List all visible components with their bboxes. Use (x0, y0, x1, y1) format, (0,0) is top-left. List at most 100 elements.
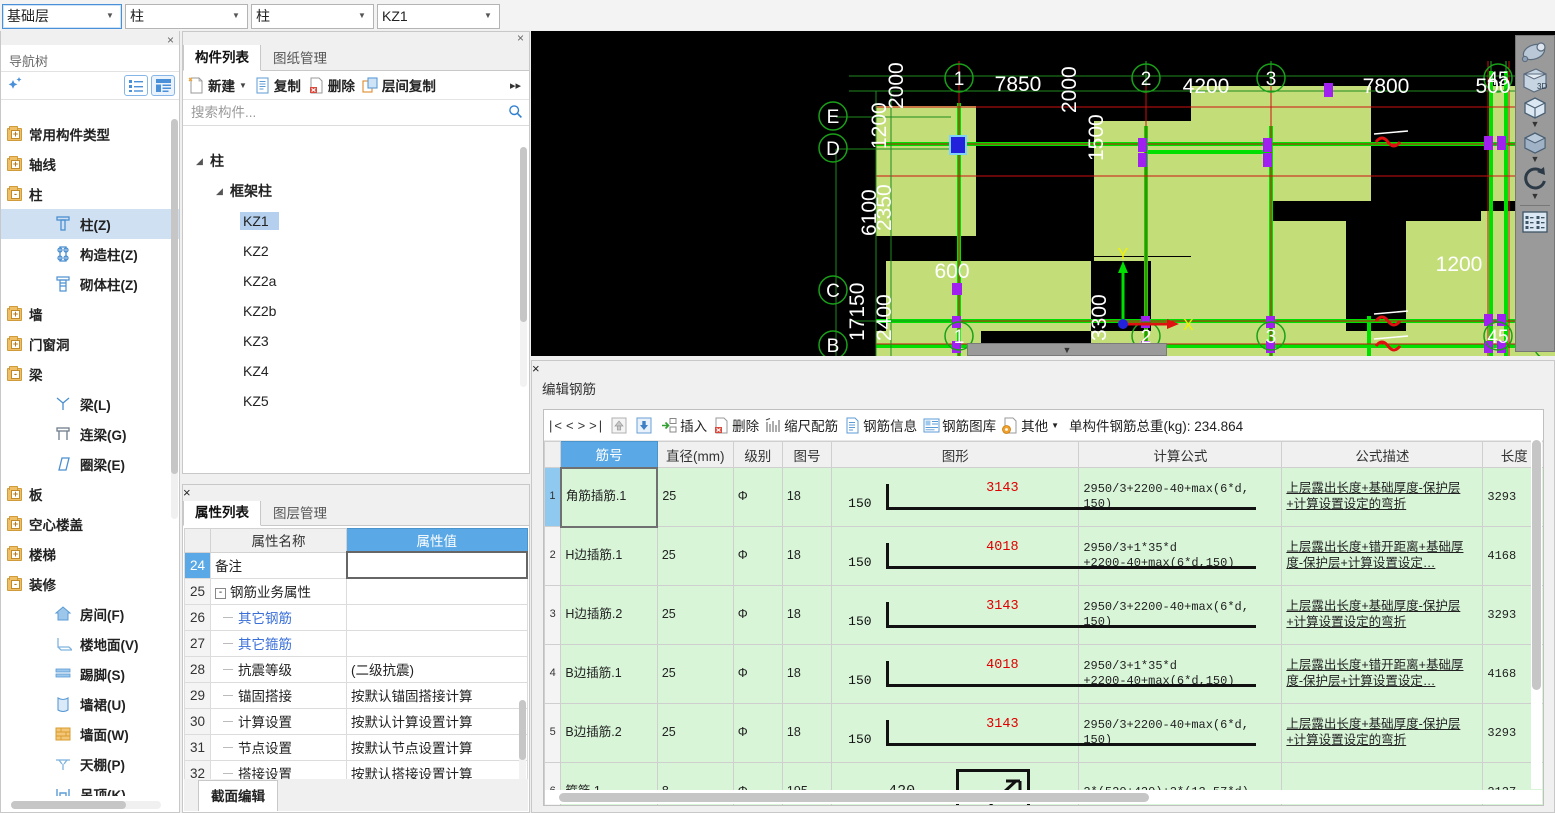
cad-horizontal-scrollbar[interactable]: ▼ (967, 343, 1167, 356)
rebar-grade-cell[interactable]: Φ (732, 703, 783, 763)
rebar-shapecode-cell[interactable]: 18 (781, 467, 833, 527)
rebar-diameter-cell[interactable]: 25 (656, 644, 734, 704)
nav-item-15[interactable]: - 装修 (1, 569, 179, 599)
component-item-KZ2[interactable]: KZ2 (184, 236, 528, 266)
chevron-down-icon[interactable]: ▼ (1531, 155, 1540, 164)
property-row-name[interactable]: 节点设置 (210, 733, 347, 761)
folder-icon[interactable]: + (7, 485, 22, 501)
rebar-col-name[interactable]: 筋号 (560, 441, 658, 468)
rebar-diameter-cell[interactable]: 25 (656, 703, 734, 763)
rebar-name-cell[interactable]: 角筋插筋.1 (559, 466, 659, 528)
layers-list-icon[interactable] (1519, 210, 1551, 234)
property-row-value[interactable]: 按默认锚固搭接计算 (346, 681, 528, 709)
property-row[interactable]: 24 备注 (184, 551, 528, 579)
folder-icon[interactable]: + (7, 305, 22, 321)
rebar-shapecode-cell[interactable]: 18 (781, 526, 833, 586)
new-component-button[interactable]: 新建 ▼ (188, 75, 247, 95)
rebar-name-cell[interactable]: H边插筋.2 (560, 585, 658, 645)
folder-icon[interactable]: - (7, 185, 22, 201)
rebar-shapecode-cell[interactable]: 18 (781, 703, 833, 763)
rebar-diameter-cell[interactable]: 25 (656, 467, 734, 527)
chevron-down-icon[interactable]: ▼ (229, 12, 243, 20)
component-item-KZ3[interactable]: KZ3 (184, 326, 528, 356)
nav-item-5[interactable]: 砌体柱(Z) (1, 269, 179, 299)
rotate-icon[interactable] (1519, 165, 1551, 191)
rebar-row[interactable]: 5 B边插筋.2 25 Φ 18 150 3143 2950/3+2200-40+max(6*… (544, 703, 1543, 763)
nav-item-8[interactable]: -梁 (1, 359, 179, 389)
rebar-row[interactable]: 3 H边插筋.2 25 Φ 18 150 3143 2950/3+2200-40+max(6*… (544, 585, 1543, 645)
component-tree[interactable]: ◢ 柱 ◢ 框架柱 KZ1 KZ2 KZ2a KZ2b KZ3 KZ4 KZ5 (184, 145, 528, 472)
layer-copy-button[interactable]: 层间复制 (362, 75, 436, 95)
component-item-KZ1[interactable]: KZ1 (184, 206, 528, 236)
component-item-柱[interactable]: ◢ 柱 (184, 146, 528, 176)
rebar-col-grade[interactable]: 级别 (732, 441, 783, 468)
delete-row-button[interactable]: 删除 (713, 415, 759, 435)
rebar-col-diameter[interactable]: 直径(mm) (656, 441, 734, 468)
close-icon[interactable]: × (183, 485, 191, 500)
rebar-grade-cell[interactable]: Φ (732, 467, 783, 527)
rebar-shapecode-cell[interactable]: 18 (781, 585, 833, 645)
rebar-shape-cell[interactable]: 150 4018 (831, 644, 1257, 704)
property-row-value[interactable] (346, 629, 528, 657)
nav-item-7[interactable]: + 门窗洞 (1, 329, 179, 359)
property-row-value[interactable] (346, 603, 528, 631)
member-selector[interactable]: KZ1 ▼ (377, 3, 500, 29)
chevron-down-icon[interactable]: ▼ (481, 12, 495, 20)
toolbar-more-button[interactable]: ▸▸ (510, 79, 529, 92)
tab-component-list[interactable]: 构件列表 (183, 42, 261, 71)
property-row-name[interactable]: 锚固搭接 (210, 681, 347, 709)
rebar-grade-cell[interactable]: Φ (732, 526, 783, 586)
nav-item-22[interactable]: 吊顶(K) (1, 779, 179, 796)
insert-row-button[interactable]: 插入 (661, 415, 707, 435)
property-row[interactable]: 31 节点设置 按默认节点设置计算 (184, 733, 528, 761)
property-row-name[interactable]: 计算设置 (210, 707, 347, 735)
rebar-grade-cell[interactable]: Φ (732, 585, 783, 645)
nav-vertical-scrollbar[interactable] (171, 119, 178, 519)
nav-item-13[interactable]: + 空心楼盖 (1, 509, 179, 539)
rebar-description-cell[interactable]: 上层露出长度+错开距离+基础厚度-保护层+计算设置设定… (1281, 644, 1484, 704)
rebar-col-shape[interactable]: 图形 (831, 441, 1080, 468)
rebar-name-cell[interactable]: H边插筋.1 (560, 526, 658, 586)
collapse-icon[interactable]: - (215, 587, 226, 599)
search-input[interactable] (189, 104, 508, 121)
property-row-value[interactable]: 按默认节点设置计算 (346, 733, 528, 761)
expand-triangle-icon[interactable]: ◢ (216, 186, 225, 197)
nav-item-21[interactable]: 天棚(P) (1, 749, 179, 779)
subcategory-selector[interactable]: 柱 ▼ (251, 3, 374, 29)
last-record-button[interactable]: >| (588, 418, 605, 433)
rebar-horizontal-scrollbar[interactable] (545, 790, 1542, 804)
close-icon[interactable]: × (532, 361, 540, 376)
nav-item-14[interactable]: + 楼梯 (1, 539, 179, 569)
folder-icon[interactable]: + (7, 335, 22, 351)
delete-component-button[interactable]: 删除 (308, 75, 355, 95)
property-row-value[interactable]: (二级抗震) (346, 655, 528, 683)
first-record-button[interactable]: |< (548, 418, 565, 433)
property-row-name[interactable]: 搭接设置 (210, 759, 347, 779)
tab-section-edit[interactable]: 截面编辑 (198, 780, 278, 811)
next-record-button[interactable]: > (577, 418, 589, 433)
property-row[interactable]: 25- 钢筋业务属性 (184, 577, 528, 605)
search-icon[interactable] (508, 104, 523, 122)
rebar-shape-cell[interactable]: 150 3143 (831, 467, 1257, 527)
rebar-row[interactable]: 2 H边插筋.1 25 Φ 18 150 4018 2950/3+1*35*d +2200-4… (544, 526, 1543, 586)
rebar-library-button[interactable]: 钢筋图库 (923, 415, 996, 435)
sparkle-icon[interactable] (5, 76, 121, 95)
component-item-KZ4[interactable]: KZ4 (184, 356, 528, 386)
property-row[interactable]: 27 其它箍筋 (184, 629, 528, 657)
nav-item-12[interactable]: + 板 (1, 479, 179, 509)
nav-item-2[interactable]: -柱 (1, 179, 179, 209)
tab-drawing-management[interactable]: 图纸管理 (261, 43, 339, 71)
rebar-name-cell[interactable]: B边插筋.1 (560, 644, 658, 704)
component-vertical-scrollbar[interactable] (520, 147, 527, 387)
rebar-row[interactable]: 1 角筋插筋.1 25 Φ 18 150 3143 2950/3+2200-40+max(6*… (544, 466, 1543, 528)
property-row-name[interactable]: 备注 (210, 551, 347, 579)
property-row[interactable]: 29 锚固搭接 按默认锚固搭接计算 (184, 681, 528, 709)
category-selector[interactable]: 柱 ▼ (125, 3, 248, 29)
nav-item-16[interactable]: 房间(F) (1, 599, 179, 629)
floor-selector[interactable]: 基础层 ▼ (2, 3, 122, 29)
component-item-框架柱[interactable]: ◢ 框架柱 (184, 176, 528, 206)
property-row-value[interactable]: 按默认计算设置计算 (346, 707, 528, 735)
nav-tree[interactable]: + 常用构件类型 + 轴线 - 柱柱(Z) 构造柱(Z) 砌体柱(Z) + 墙 + 门窗洞 - 梁梁(L)… (1, 117, 179, 796)
rebar-row[interactable]: 4 B边插筋.1 25 Φ 18 150 4018 2950/3+1*35*d +2200-4… (544, 644, 1543, 704)
chevron-down-icon[interactable]: ▼ (1051, 421, 1059, 430)
